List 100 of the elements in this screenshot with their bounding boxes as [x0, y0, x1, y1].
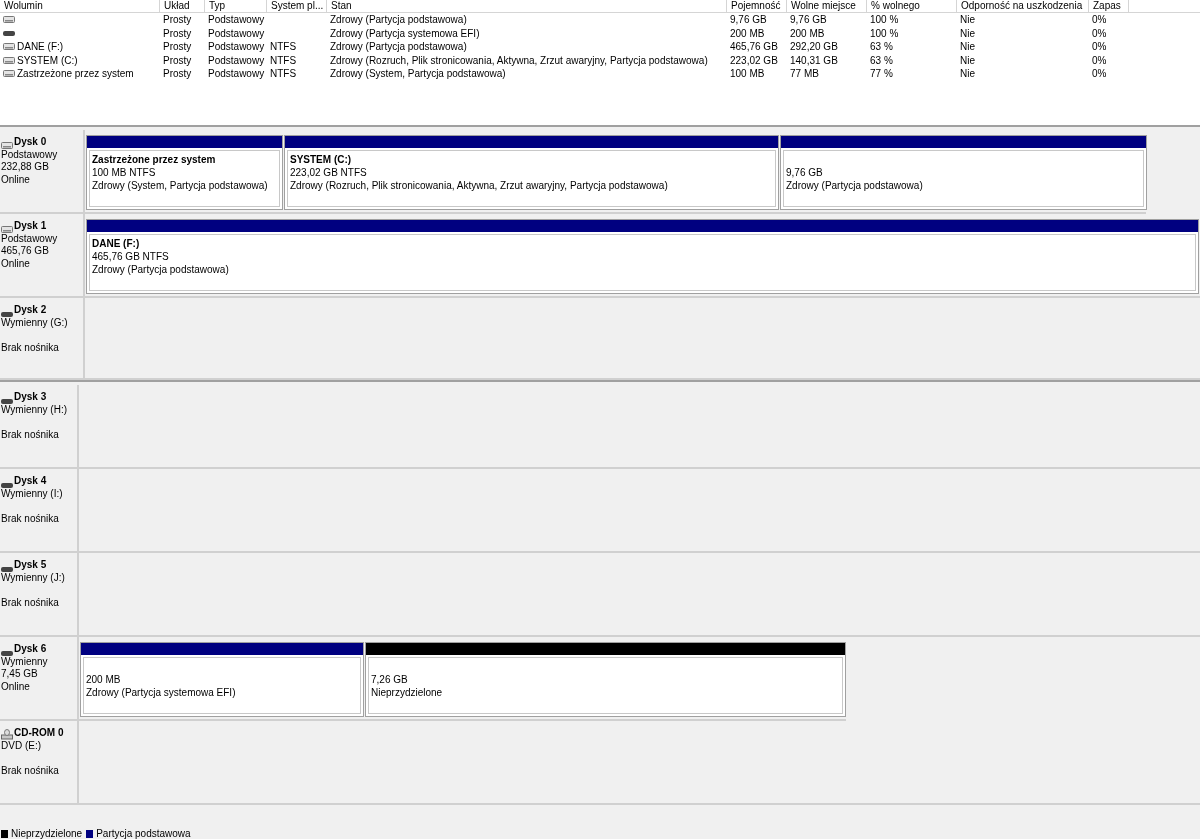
column-header[interactable]: Wolumin: [0, 0, 160, 12]
partition-block[interactable]: 200 MB Zdrowy (Partycja systemowa EFI): [80, 642, 364, 717]
column-header[interactable]: % wolnego: [867, 0, 957, 12]
column-header[interactable]: System pl...: [267, 0, 327, 12]
hard-drive-icon: [3, 43, 15, 51]
column-header[interactable]: Pojemność: [727, 0, 787, 12]
drive-icon: [3, 30, 15, 36]
table-cell: 465,76 GB: [730, 40, 778, 54]
partition-size: 200 MB: [86, 673, 122, 686]
disk-info: Wymienny (J:): [1, 571, 66, 584]
hard-drive-icon: [3, 16, 15, 24]
table-cell: 0%: [1092, 26, 1107, 40]
table-cell: Zdrowy (Rozruch, Plik stronicowania, Aktywna, Zrzut awaryjny, Partycja podstawowa): [330, 53, 708, 67]
media-status: Brak nośnika: [1, 428, 60, 441]
hard-drive-icon: [1, 225, 13, 233]
table-cell: NTFS: [270, 53, 297, 67]
disk-name: CD-ROM 0: [14, 727, 64, 740]
drive-icon: [1, 398, 13, 404]
column-header[interactable]: Odporność na uszkodzenia: [957, 0, 1089, 12]
table-cell: 200 MB: [730, 26, 765, 40]
disk-name: Dysk 3: [14, 391, 47, 404]
disk-label-panel[interactable]: Dysk 4 Wymienny (I:) Brak nośnika: [0, 469, 79, 553]
table-cell: 63 %: [870, 40, 893, 54]
disk-name: Dysk 0: [14, 136, 47, 149]
disk-label-panel[interactable]: Dysk 6 Wymienny 7,45 GB Online: [0, 637, 79, 721]
disk-info: Wymienny (I:): [1, 487, 64, 500]
drive-icon: [1, 566, 13, 572]
partition-size: 100 MB NTFS: [92, 166, 157, 179]
media-status: Brak nośnika: [1, 512, 60, 525]
table-cell: 9,76 GB: [790, 13, 827, 27]
hard-drive-icon: [3, 56, 15, 64]
drive-icon: [1, 482, 13, 488]
disk-label-panel[interactable]: Dysk 5 Wymienny (J:) Brak nośnika: [0, 553, 79, 637]
media-status: Brak nośnika: [1, 341, 60, 354]
table-cell: Nie: [960, 26, 975, 40]
table-cell: 0%: [1092, 13, 1107, 27]
partition-status: Zdrowy (Rozruch, Plik stronicowania, Aktywna, Zrzut awaryjny, Partycja podstawowa): [290, 179, 668, 192]
table-cell: Zdrowy (Partycja systemowa EFI): [330, 26, 480, 40]
legend-label: Nieprzydzielone: [11, 828, 83, 839]
partition-block[interactable]: Zastrzeżone przez system 100 MB NTFS Zdrowy (System, Partycja podstawowa): [86, 135, 283, 210]
partition-size: 223,02 GB NTFS: [290, 166, 368, 179]
column-header[interactable]: Typ: [205, 0, 267, 12]
table-cell: Nie: [960, 53, 975, 67]
media-status: Brak nośnika: [1, 596, 60, 609]
partition-block[interactable]: SYSTEM (C:) 223,02 GB NTFS Zdrowy (Rozruch, Plik stronicowania, Aktywna, Zrzut awaryjny, Partycja podstawowa): [284, 135, 779, 210]
partition-block[interactable]: 7,26 GB Nieprzydzielone: [365, 642, 846, 717]
disk-label-panel[interactable]: Dysk 3 Wymienny (H:) Brak nośnika: [0, 385, 79, 469]
table-cell: Zdrowy (Partycja podstawowa): [330, 40, 467, 54]
disk-name: Dysk 6: [14, 643, 47, 656]
table-cell: 0%: [1092, 67, 1107, 81]
media-status: Brak nośnika: [1, 764, 60, 777]
disk-info: DVD (E:): [1, 739, 42, 752]
disk-info: Online: [1, 680, 31, 693]
table-cell: 223,02 GB: [730, 53, 778, 67]
table-cell: DANE (F:): [17, 40, 64, 54]
table-cell: 77 MB: [790, 67, 819, 81]
disk-info: Wymienny (H:): [1, 403, 69, 416]
table-cell: 100 MB: [730, 67, 765, 81]
table-cell: Nie: [960, 13, 975, 27]
drive-icon: [1, 650, 13, 656]
disk-name: Dysk 1: [14, 220, 47, 233]
table-cell: 0%: [1092, 40, 1107, 54]
table-cell: Podstawowy: [208, 26, 265, 40]
disk-info: Podstawowy: [1, 148, 59, 161]
disk-info: Wymienny (G:): [1, 316, 69, 329]
disk-info: Wymienny: [1, 655, 49, 668]
partition-title: Zastrzeżone przez system: [92, 153, 217, 166]
column-header[interactable]: Stan: [327, 0, 727, 12]
disk-info: 465,76 GB: [1, 245, 50, 258]
table-cell: 140,31 GB: [790, 53, 838, 67]
hard-drive-icon: [1, 141, 13, 149]
table-cell: Zastrzeżone przez system: [17, 67, 134, 81]
column-header[interactable]: Układ: [160, 0, 205, 12]
partition-title: SYSTEM (C:): [290, 153, 353, 166]
disk-name: Dysk 4: [14, 475, 47, 488]
partition-status: Nieprzydzielone: [371, 686, 443, 699]
disk-label-panel[interactable]: Dysk 1 Podstawowy 465,76 GB Online: [0, 214, 85, 298]
disk-info: Online: [1, 173, 31, 186]
disk-info: 7,45 GB: [1, 668, 39, 681]
table-cell: Prosty: [163, 67, 192, 81]
table-cell: Podstawowy: [208, 67, 265, 81]
table-cell: 100 %: [870, 26, 899, 40]
disk-name: Dysk 5: [14, 559, 47, 572]
table-cell: NTFS: [270, 40, 297, 54]
partition-block[interactable]: DANE (F:) 465,76 GB NTFS Zdrowy (Partycja podstawowa): [86, 219, 1199, 294]
cd-drive-icon: [1, 728, 13, 740]
table-cell: 77 %: [870, 67, 893, 81]
table-cell: Zdrowy (Partycja podstawowa): [330, 13, 467, 27]
partition-size: 9,76 GB: [786, 166, 824, 179]
disk-label-panel[interactable]: Dysk 2 Wymienny (G:) Brak nośnika: [0, 298, 85, 380]
disk-info: Podstawowy: [1, 232, 59, 245]
column-header[interactable]: Zapas: [1089, 0, 1129, 12]
column-header[interactable]: Wolne miejsce: [787, 0, 867, 12]
partition-status: Zdrowy (System, Partycja podstawowa): [92, 179, 268, 192]
partition-size: 7,26 GB: [371, 673, 409, 686]
disk-label-panel[interactable]: Dysk 0 Podstawowy 232,88 GB Online: [0, 130, 85, 214]
partition-block[interactable]: 9,76 GB Zdrowy (Partycja podstawowa): [780, 135, 1147, 210]
table-cell: 9,76 GB: [730, 13, 767, 27]
disk-label-panel[interactable]: CD-ROM 0 DVD (E:) Brak nośnika: [0, 721, 79, 805]
table-cell: Podstawowy: [208, 53, 265, 67]
